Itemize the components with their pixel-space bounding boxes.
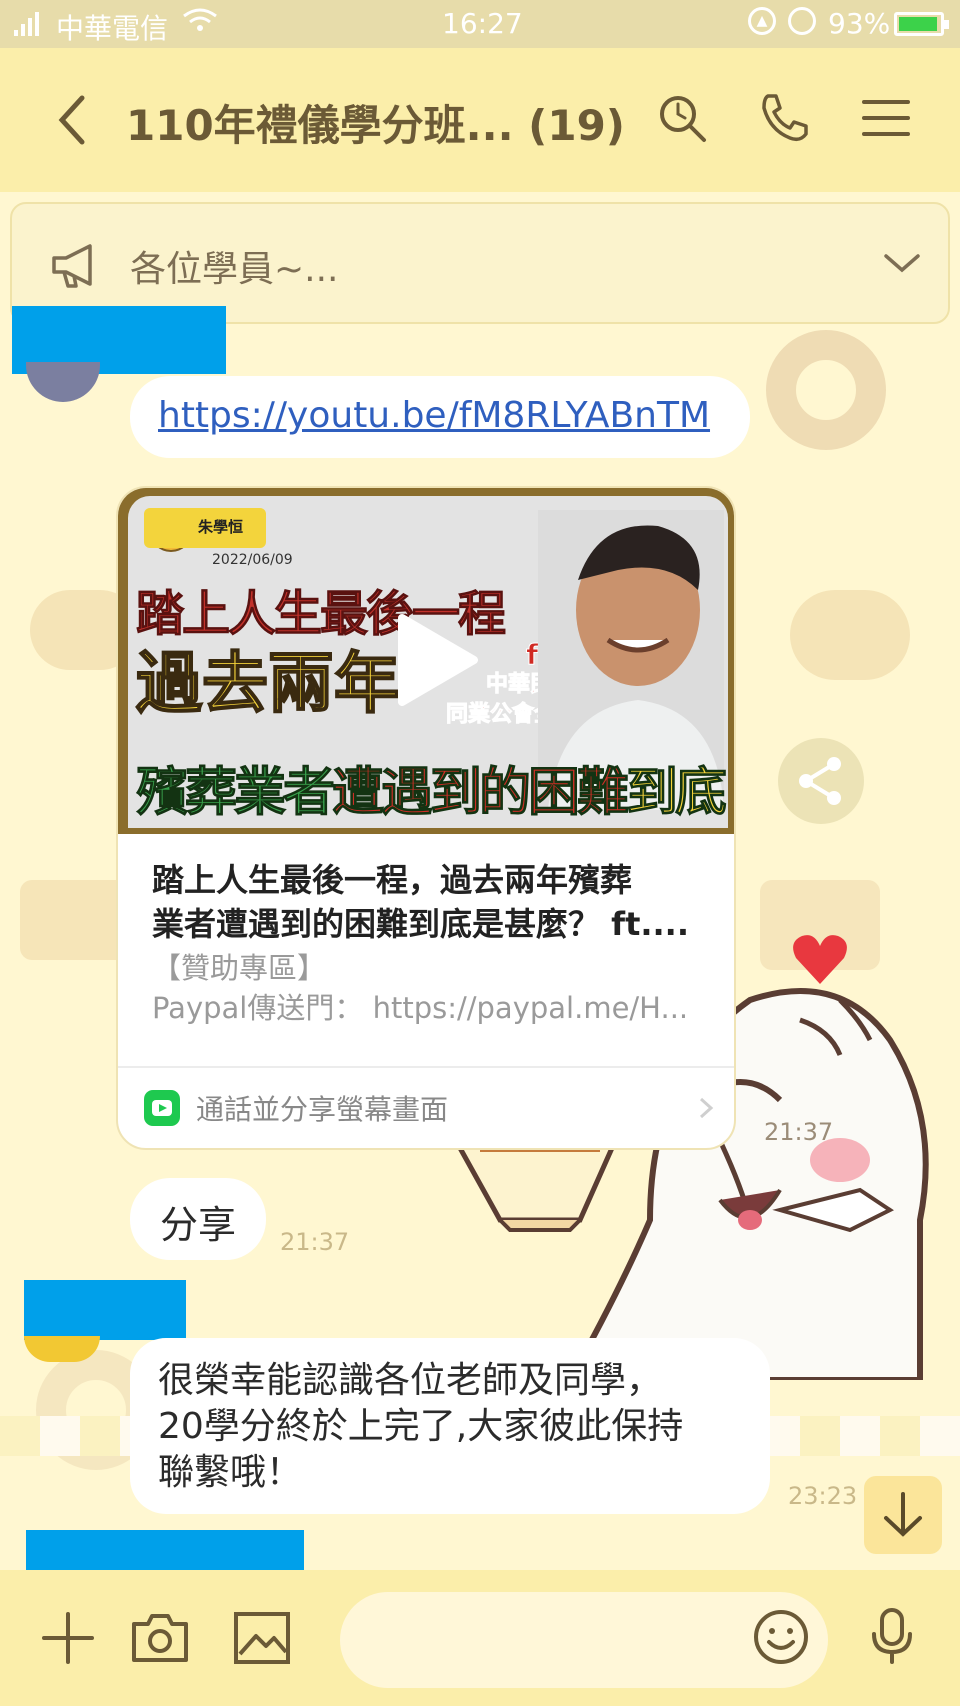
chat-header: 110年禮儀學分班... (19) (0, 48, 960, 192)
wallpaper-cake (20, 880, 130, 960)
redacted-sender-name (24, 1280, 186, 1340)
emoji-icon[interactable] (752, 1608, 810, 1666)
status-bar: 中華電信 16:27 ▲ 93% (0, 0, 960, 48)
wallpaper-donut (766, 330, 886, 450)
battery-percent: 93% (828, 7, 891, 40)
camera-icon[interactable] (130, 1608, 190, 1668)
share-button[interactable] (778, 738, 864, 824)
play-icon[interactable] (394, 612, 480, 708)
card-description: 【贊助專區】 Paypal傳送門： https://paypal.me/H... (152, 951, 689, 1025)
megaphone-icon (52, 244, 92, 288)
signal-icon (14, 10, 39, 36)
message-timestamp: 21:37 (280, 1228, 350, 1256)
youtube-link[interactable]: https://youtu.be/fM8RLYABnTM (158, 395, 710, 436)
thumb-headline-3: 殯葬業者遭遇到的困難到底是甚麼? (135, 763, 727, 824)
divider (118, 1066, 734, 1068)
video-date: 2022/06/09 (212, 552, 293, 568)
avatar[interactable] (26, 362, 100, 402)
call-share-screen-button[interactable]: 通話並分享螢幕畫面 (144, 1084, 714, 1134)
line-call-icon (144, 1090, 180, 1126)
image-icon[interactable] (232, 1608, 292, 1668)
call-share-screen-label: 通話並分享螢幕畫面 (196, 1093, 449, 1126)
text-message-bubble[interactable]: 很榮幸能認識各位老師及同學， 20學分終於上完了,大家彼此保持 聯繫哦！ (130, 1338, 770, 1514)
input-toolbar (0, 1570, 960, 1706)
wallpaper-roll (790, 590, 910, 680)
chat-title[interactable]: 110年禮儀學分班... (19) (126, 92, 625, 153)
plus-icon[interactable] (38, 1608, 98, 1668)
video-thumbnail[interactable]: 朱學恒 2022/06/09 踏上人生最後一程 過去兩年 ft.李濂淞 中華民國… (118, 488, 734, 834)
menu-icon[interactable] (858, 90, 914, 146)
redacted-sender-name (26, 1530, 304, 1574)
sticker-timestamp: 21:37 (764, 1118, 834, 1146)
link-preview-card[interactable]: 朱學恒 2022/06/09 踏上人生最後一程 過去兩年 ft.李濂淞 中華民國… (116, 486, 736, 1150)
link-message-bubble[interactable]: https://youtu.be/fM8RLYABnTM (130, 376, 750, 458)
heart-icon (793, 935, 847, 984)
text-message-bubble[interactable]: 分享 (130, 1178, 266, 1260)
chevron-down-icon[interactable] (882, 248, 922, 278)
clock: 16:27 (442, 7, 523, 40)
scroll-to-bottom-button[interactable] (864, 1476, 942, 1554)
back-arrow-icon[interactable] (48, 88, 96, 152)
search-icon[interactable] (654, 90, 710, 146)
share-icon (799, 757, 841, 805)
message-timestamp: 23:23 (788, 1482, 858, 1510)
card-title[interactable]: 踏上人生最後一程，過去兩年殯葬 業者遭遇到的困難到底是甚麼？ ft.... (152, 858, 712, 946)
chevron-right-icon (699, 1097, 714, 1119)
microphone-icon[interactable] (862, 1606, 922, 1666)
battery-icon (894, 12, 949, 36)
carrier-name: 中華電信 (56, 12, 169, 45)
channel-badge: 朱學恒 (144, 508, 266, 548)
wifi-icon (182, 6, 218, 43)
alarm-icon (788, 7, 816, 35)
rotation-lock-icon: ▲ (748, 7, 776, 35)
announcement-text: 各位學員~... (130, 249, 339, 290)
thumb-headline-2: 過去兩年 (135, 644, 401, 723)
phone-icon[interactable] (756, 90, 812, 146)
arrow-down-icon (884, 1492, 922, 1537)
